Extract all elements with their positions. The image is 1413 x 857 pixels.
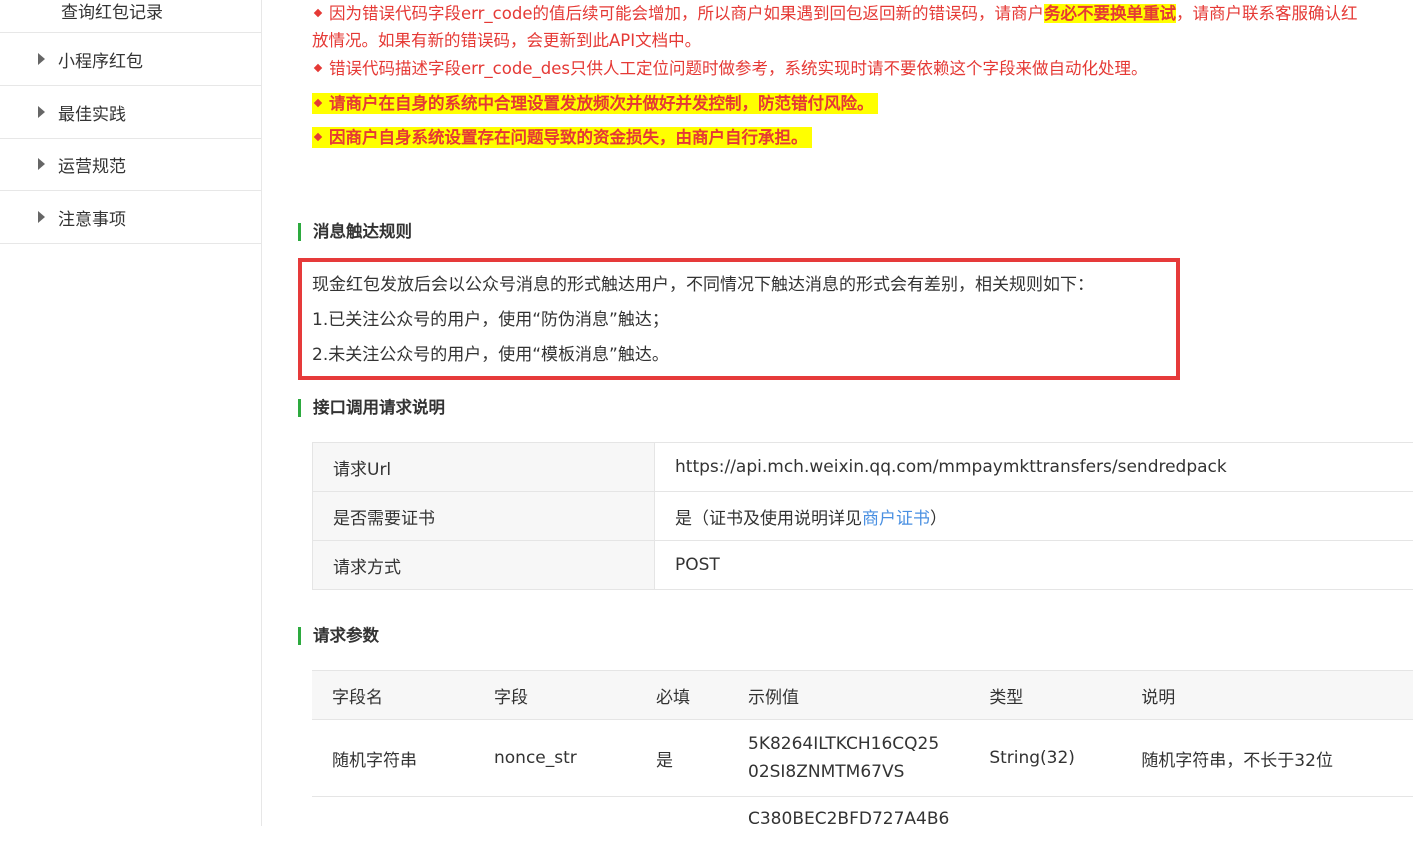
request-info-table: 请求Url https://api.mch.weixin.qq.com/mmpa… xyxy=(312,442,1413,590)
merchant-certificate-link[interactable]: 商户证书 xyxy=(862,509,930,529)
table-key: 请求方式 xyxy=(313,541,655,590)
diamond-bullet-icon xyxy=(314,64,322,72)
table-row: 随机字符串 nonce_str 是 5K8264ILTKCH16CQ2502SI… xyxy=(312,720,1413,797)
table-key: 是否需要证书 xyxy=(313,492,655,541)
column-header: 示例值 xyxy=(728,671,969,720)
section-title-request-desc: 接口调用请求说明 xyxy=(298,399,445,417)
param-required: 是 xyxy=(636,720,728,797)
warning-note-concurrency: 请商户在自身的系统中合理设置发放频次并做好并发控制，防范错付风险。 xyxy=(312,93,878,115)
table-row: 请求Url https://api.mch.weixin.qq.com/mmpa… xyxy=(313,443,1413,492)
sidebar-item-best-practice[interactable]: 最佳实践 xyxy=(0,86,261,139)
sidebar-item-query-redpack-records[interactable]: 查询红包记录 xyxy=(0,0,261,33)
caret-right-icon xyxy=(38,106,45,118)
diamond-bullet-icon xyxy=(314,133,322,141)
sidebar-nav: 查询红包记录 小程序红包 最佳实践 运营规范 注意事项 xyxy=(0,0,262,826)
column-header: 字段名 xyxy=(312,671,474,720)
param-example: C380BEC2BFD727A4B6 xyxy=(728,797,969,857)
message-rule-1: 1.已关注公众号的用户，使用“防伪消息”触达； xyxy=(312,305,669,330)
sidebar-item-label: 运营规范 xyxy=(58,152,126,177)
sidebar-item-label: 注意事项 xyxy=(58,205,126,230)
highlight-box: 现金红包发放后会以公众号消息的形式触达用户，不同情况下触达消息的形式会有差别，相… xyxy=(298,258,1180,380)
column-header: 说明 xyxy=(1121,671,1413,720)
diamond-bullet-icon xyxy=(314,9,322,17)
warning-note-liability: 因商户自身系统设置存在问题导致的资金损失，由商户自行承担。 xyxy=(312,127,812,149)
request-method-value: POST xyxy=(655,541,1413,590)
param-type: String(32) xyxy=(969,720,1121,797)
caret-right-icon xyxy=(38,211,45,223)
table-key: 请求Url xyxy=(313,443,655,492)
section-title-message-rules: 消息触达规则 xyxy=(298,223,412,241)
column-header: 类型 xyxy=(969,671,1121,720)
request-params-table: 字段名 字段 必填 示例值 类型 说明 随机字符串 nonce_str 是 5K… xyxy=(312,670,1413,857)
message-rule-2: 2.未关注公众号的用户，使用“模板消息”触达。 xyxy=(312,340,669,365)
sidebar-item-label: 小程序红包 xyxy=(58,47,143,72)
main-content: 因为错误代码字段err_code的值后续可能会增加，所以商户如果遇到回包返回新的… xyxy=(262,0,1413,826)
section-title-request-params: 请求参数 xyxy=(298,627,379,645)
sidebar-item-notes[interactable]: 注意事项 xyxy=(0,191,261,244)
sidebar-item-operation-rules[interactable]: 运营规范 xyxy=(0,138,261,191)
param-example: 5K8264ILTKCH16CQ2502SI8ZNMTM67VS xyxy=(728,720,969,797)
warning-note-error-code-cont: 放情况。如果有新的错误码，会更新到此API文档中。 xyxy=(312,30,701,52)
message-rule-intro: 现金红包发放后会以公众号消息的形式触达用户，不同情况下触达消息的形式会有差别，相… xyxy=(312,270,1094,295)
sidebar-item-label: 查询红包记录 xyxy=(61,0,163,23)
column-header: 必填 xyxy=(636,671,728,720)
sidebar-item-label: 最佳实践 xyxy=(58,100,126,125)
sidebar-item-mini-program-redpack[interactable]: 小程序红包 xyxy=(0,33,261,86)
highlight-text: 务必不要换单重试 xyxy=(1044,4,1176,23)
column-header: 字段 xyxy=(474,671,636,720)
request-url-value: https://api.mch.weixin.qq.com/mmpaymkttr… xyxy=(655,443,1413,492)
table-row: 请求方式 POST xyxy=(313,541,1413,590)
param-field: nonce_str xyxy=(474,720,636,797)
param-name: 随机字符串 xyxy=(312,720,474,797)
param-desc: 随机字符串，不长于32位 xyxy=(1121,720,1413,797)
caret-right-icon xyxy=(38,158,45,170)
warning-note-error-code: 因为错误代码字段err_code的值后续可能会增加，所以商户如果遇到回包返回新的… xyxy=(312,3,1357,25)
warning-note-err-code-des: 错误代码描述字段err_code_des只供人工定位问题时做参考，系统实现时请不… xyxy=(312,58,1147,80)
diamond-bullet-icon xyxy=(314,99,322,107)
table-header-row: 字段名 字段 必填 示例值 类型 说明 xyxy=(312,671,1413,720)
caret-right-icon xyxy=(38,53,45,65)
table-row: 是否需要证书 是（证书及使用说明详见商户证书） xyxy=(313,492,1413,541)
certificate-value: 是（证书及使用说明详见商户证书） xyxy=(655,492,1413,541)
table-row: C380BEC2BFD727A4B6 xyxy=(312,797,1413,857)
